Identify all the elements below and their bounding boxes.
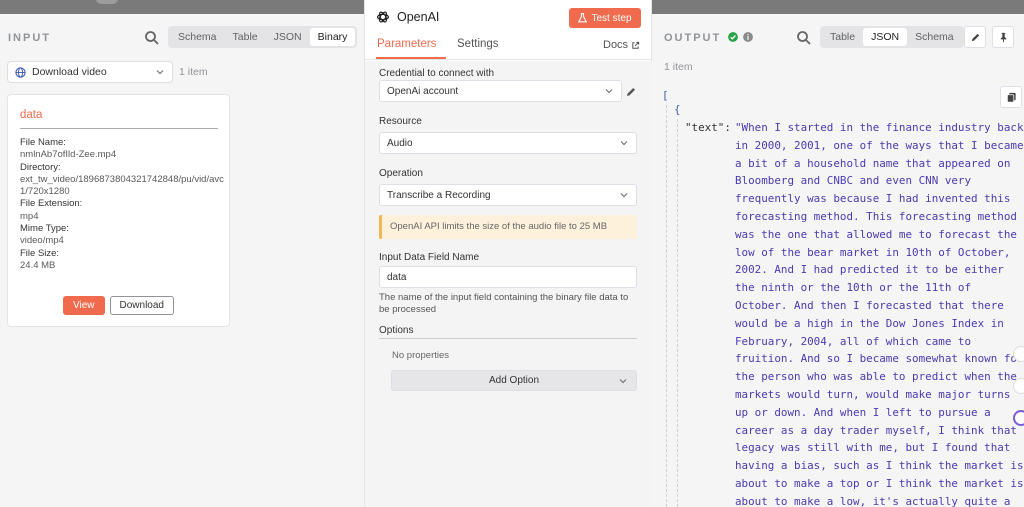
input-field-label: Input Data Field Name: [379, 252, 480, 263]
file-name-label: File Name:: [20, 137, 66, 148]
openai-logo-icon: [376, 11, 390, 23]
resource-value: Audio: [387, 137, 413, 149]
test-step-label: Test step: [591, 12, 632, 24]
parameters-form: Credential to connect with OpenAi accoun…: [365, 61, 652, 507]
json-indent-guide: [677, 119, 678, 507]
output-view-tabs: Table JSON Schema: [820, 26, 964, 48]
input-tab-schema[interactable]: Schema: [170, 28, 225, 46]
add-option-button[interactable]: Add Option: [391, 370, 637, 391]
options-divider: [379, 338, 637, 339]
credential-label: Credential to connect with: [379, 68, 495, 79]
input-panel: INPUT Schema Table JSON Binary Download …: [0, 14, 364, 507]
copy-json-button[interactable]: [1000, 86, 1022, 108]
binary-file-details: File Name: nmlnAb7ofIld-Zee.mp4 Director…: [20, 137, 225, 272]
binary-card-title: data: [20, 109, 43, 121]
input-tab-json[interactable]: JSON: [266, 28, 310, 46]
chevron-down-icon: [619, 379, 627, 384]
mime-type-label: Mime Type:: [20, 223, 69, 235]
edit-output-button[interactable]: [964, 26, 986, 48]
node-settings-panel: OpenAI Test step Parameters Settings Doc…: [364, 0, 652, 507]
docs-link[interactable]: Docs: [603, 39, 640, 51]
canvas-tab-nub: [96, 0, 118, 4]
pin-icon: [1000, 32, 1006, 42]
file-extension-label: File Extension:: [20, 198, 83, 210]
info-icon[interactable]: [743, 32, 753, 42]
file-size-value: 24.4 MB: [20, 259, 56, 271]
chevron-down-icon: [620, 193, 628, 198]
binary-data-card: data File Name: nmlnAb7ofIld-Zee.mp4 Dir…: [7, 94, 230, 327]
node-header: OpenAI Test step Parameters Settings Doc…: [365, 0, 651, 60]
output-tab-table[interactable]: Table: [822, 28, 863, 46]
output-tab-json[interactable]: JSON: [863, 28, 908, 46]
search-icon[interactable]: [144, 30, 160, 46]
flask-icon: [578, 13, 588, 23]
operation-value: Transcribe a Recording: [387, 189, 491, 201]
options-label: Options: [379, 325, 414, 336]
input-title: INPUT: [8, 32, 51, 44]
card-divider: [20, 128, 218, 129]
chevron-down-icon: [620, 141, 628, 146]
audio-size-notice: OpenAI API limits the size of the audio …: [379, 215, 637, 239]
add-option-label: Add Option: [488, 375, 540, 386]
output-title: OUTPUT: [664, 32, 722, 44]
input-node-select-value: Download video: [32, 66, 107, 78]
globe-icon: [15, 66, 26, 78]
json-output-viewer: [ { "text": "When I started in the finan…: [662, 87, 1024, 507]
operation-select[interactable]: Transcribe a Recording: [379, 184, 637, 206]
search-icon[interactable]: [796, 30, 812, 46]
json-key-text: "text":: [685, 121, 731, 134]
json-open-brace: {: [674, 103, 681, 116]
output-panel: OUTPUT Table JSON Schema 1 item [ { "tex…: [652, 14, 1024, 507]
input-tab-binary[interactable]: Binary: [309, 28, 356, 46]
copy-icon: [1006, 92, 1016, 102]
file-name-value: nmlnAb7ofIld-Zee.mp4: [20, 149, 117, 161]
file-extension-value: mp4: [20, 210, 39, 222]
node-title: OpenAI: [397, 10, 440, 24]
input-item-count: 1 item: [179, 66, 208, 78]
test-step-button[interactable]: Test step: [569, 8, 641, 28]
pin-output-button[interactable]: [992, 26, 1014, 48]
directory-value: ext_tw_video/1896873804321742848/pu/vid/…: [20, 173, 224, 198]
output-item-count: 1 item: [664, 61, 693, 73]
download-button[interactable]: Download: [109, 296, 174, 315]
no-properties-text: No properties: [392, 350, 450, 361]
chevron-down-icon: [156, 70, 164, 75]
input-view-tabs: Schema Table JSON Binary: [168, 26, 358, 48]
resource-label: Resource: [379, 116, 422, 127]
directory-label: Directory:: [20, 161, 61, 173]
input-data-field-value: data: [387, 271, 407, 283]
pencil-icon: [971, 33, 979, 41]
canvas-edge-button[interactable]: [1013, 378, 1024, 394]
card-actions: View Download: [63, 296, 174, 315]
input-field-hint: The name of the input field containing t…: [379, 292, 629, 315]
resource-select[interactable]: Audio: [379, 132, 637, 154]
input-data-field-input[interactable]: data: [379, 266, 637, 288]
canvas-edge-button[interactable]: [1013, 410, 1024, 426]
edit-credential-icon[interactable]: [625, 86, 637, 98]
input-node-select[interactable]: Download video: [7, 61, 173, 83]
credential-value: OpenAi account: [387, 85, 459, 97]
active-tab-underline: [376, 57, 446, 59]
tab-parameters[interactable]: Parameters: [377, 38, 436, 50]
file-size-label: File Size:: [20, 247, 60, 259]
chevron-down-icon: [605, 89, 613, 94]
tab-settings[interactable]: Settings: [457, 38, 499, 50]
external-link-icon: [632, 41, 640, 49]
json-value-text[interactable]: "When I started in the finance industry …: [735, 119, 1024, 507]
canvas-edge-button[interactable]: [1013, 346, 1024, 362]
mime-type-value: video/mp4: [20, 235, 64, 247]
docs-label: Docs: [603, 39, 629, 51]
view-button[interactable]: View: [63, 296, 105, 315]
output-tab-schema[interactable]: Schema: [907, 28, 962, 46]
operation-label: Operation: [379, 168, 423, 179]
json-open-bracket: [: [662, 89, 669, 102]
input-tab-table[interactable]: Table: [225, 28, 266, 46]
credential-select[interactable]: OpenAi account: [379, 80, 622, 102]
json-indent-guide: [666, 105, 667, 507]
success-check-icon: [728, 32, 738, 42]
